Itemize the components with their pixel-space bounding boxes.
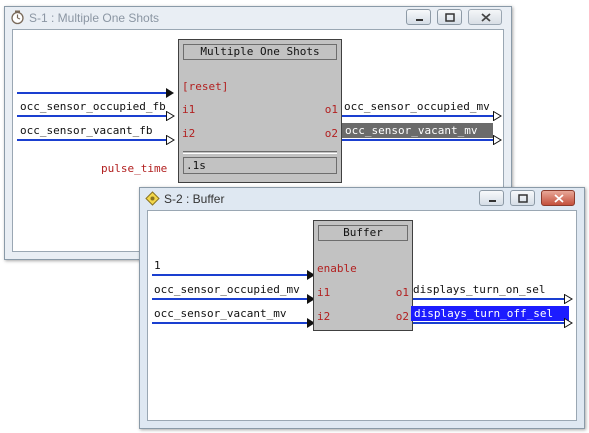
wire-enable[interactable]: [152, 274, 310, 276]
close-icon: [481, 13, 491, 22]
port-i1: i1: [317, 286, 331, 299]
port-enable: enable: [317, 262, 357, 275]
pulse-time-value: .1s: [186, 159, 206, 172]
wire-i1[interactable]: [17, 115, 169, 117]
input-label-i1[interactable]: occ_sensor_occupied_mv: [154, 283, 300, 296]
minimize-button[interactable]: [479, 190, 504, 206]
arrow-o2: [564, 318, 573, 328]
window2-titlebar[interactable]: S-2 : Buffer: [140, 188, 584, 210]
arrow-o2: [493, 135, 502, 145]
maximize-icon: [518, 194, 528, 203]
close-icon: [554, 194, 564, 203]
port-i2: i2: [182, 127, 196, 140]
clock-icon: [11, 10, 24, 25]
window1-title: S-1 : Multiple One Shots: [29, 11, 160, 25]
close-button[interactable]: [541, 190, 575, 206]
input-label-i2[interactable]: occ_sensor_vacant_fb: [20, 124, 152, 137]
wire-o2[interactable]: [342, 139, 494, 141]
block2-title: Buffer: [318, 225, 408, 241]
minimize-icon: [416, 19, 423, 21]
window2-title: S-2 : Buffer: [164, 192, 225, 206]
port-reset: [reset]: [182, 80, 229, 93]
buffer-diamond-icon: [145, 191, 160, 206]
maximize-icon: [445, 13, 455, 22]
input-label-pulse-time[interactable]: pulse_time: [101, 162, 167, 175]
wire-i1[interactable]: [152, 298, 310, 300]
minimize-button[interactable]: [406, 9, 431, 25]
input-label-enable[interactable]: 1: [154, 259, 161, 272]
window1-titlebar[interactable]: S-1 : Multiple One Shots: [5, 7, 511, 29]
close-button[interactable]: [468, 9, 502, 25]
output-label-o1[interactable]: occ_sensor_occupied_mv: [344, 100, 490, 113]
window2-canvas[interactable]: 1 occ_sensor_occupied_mv occ_sensor_vaca…: [147, 210, 577, 421]
wire-o1[interactable]: [413, 298, 565, 300]
port-i1: i1: [182, 103, 196, 116]
block1-title: Multiple One Shots: [183, 44, 337, 60]
output-label-o1[interactable]: displays_turn_on_sel: [413, 283, 545, 296]
output-label-o2-selected[interactable]: occ_sensor_vacant_mv: [342, 123, 493, 138]
arrow-o1: [564, 294, 573, 304]
maximize-button[interactable]: [510, 190, 535, 206]
multiple-one-shots-block[interactable]: Multiple One Shots [reset] i1 i2 o1 o2 .…: [178, 39, 342, 183]
pulse-time-field[interactable]: .1s: [183, 157, 337, 174]
input-label-i2[interactable]: occ_sensor_vacant_mv: [154, 307, 286, 320]
arrow-i2: [166, 135, 175, 145]
port-o1: o1: [395, 286, 409, 299]
arrow-o1: [493, 111, 502, 121]
block1-divider-2: [183, 153, 337, 154]
output-label-o2-selected[interactable]: displays_turn_off_sel: [411, 306, 569, 321]
wire-o1[interactable]: [342, 115, 494, 117]
port-o2: o2: [324, 127, 338, 140]
arrow-i1: [166, 111, 175, 121]
window-buffer[interactable]: S-2 : Buffer 1 occ_sensor_occupied_mv oc…: [139, 187, 585, 429]
wire-i2[interactable]: [152, 322, 310, 324]
buffer-block[interactable]: Buffer enable i1 i2 o1 o2: [313, 220, 413, 331]
block1-divider: [183, 151, 337, 152]
port-o2: o2: [395, 310, 409, 323]
wire-i2[interactable]: [17, 139, 169, 141]
port-o1: o1: [324, 103, 338, 116]
maximize-button[interactable]: [437, 9, 462, 25]
wire-o2[interactable]: [413, 322, 565, 324]
minimize-icon: [489, 200, 496, 202]
input-label-i1[interactable]: occ_sensor_occupied_fb: [20, 100, 166, 113]
wire-reset[interactable]: [17, 92, 169, 94]
port-i2: i2: [317, 310, 331, 323]
arrow-reset: [166, 88, 174, 98]
